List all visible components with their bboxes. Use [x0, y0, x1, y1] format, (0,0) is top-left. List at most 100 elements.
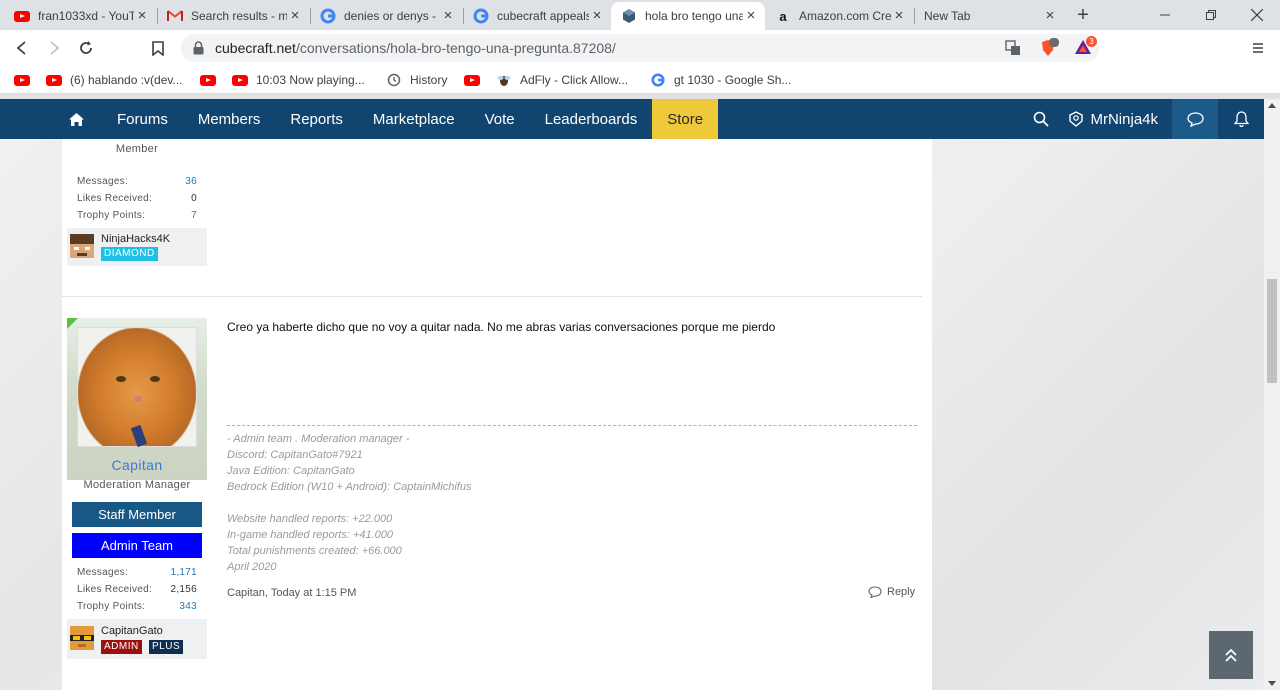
nav-store[interactable]: Store [652, 99, 719, 139]
bookmark-label: gt 1030 - Google Sh... [674, 73, 792, 87]
back-button[interactable] [10, 36, 34, 60]
stat-value[interactable]: 1,171 [170, 567, 197, 578]
stat-messages: Messages: 1,171 [77, 567, 197, 578]
reply-button[interactable]: Reply [868, 586, 915, 598]
avatar[interactable] [77, 327, 197, 448]
bookmark-icon[interactable] [146, 36, 170, 60]
conversation-content: Member Messages: 36 Likes Received: 0 Trop… [62, 139, 932, 690]
home-icon[interactable] [60, 112, 92, 126]
bookmark-item[interactable]: (6) hablando :v(dev... [46, 71, 183, 89]
bookmark-label: (6) hablando :v(dev... [70, 73, 183, 87]
stat-value: 2,156 [170, 584, 197, 595]
minimize-button[interactable] [1142, 0, 1188, 30]
lock-icon [193, 41, 204, 60]
tab-title: cubecraft appeals - Google [497, 9, 589, 23]
forward-button[interactable] [42, 36, 66, 60]
new-tab-button[interactable]: + [1073, 5, 1093, 25]
reload-button[interactable] [74, 36, 98, 60]
close-window-button[interactable] [1234, 0, 1280, 30]
bookmark-item[interactable] [464, 71, 488, 89]
translate-icon[interactable] [1005, 40, 1021, 61]
tab-youtube[interactable]: fran1033xd - YouTube × [4, 2, 156, 30]
signature-line: Website handled reports: +22.000 [227, 513, 393, 525]
youtube-icon [464, 72, 480, 88]
nav-marketplace[interactable]: Marketplace [358, 99, 470, 139]
youtube-icon [232, 72, 248, 88]
close-icon[interactable]: × [440, 8, 456, 24]
author-name[interactable]: Capitan [67, 457, 207, 473]
scroll-up-arrow[interactable] [1268, 103, 1276, 108]
address-bar[interactable]: cubecraft.net/conversations/hola-bro-ten… [181, 34, 1099, 62]
tab-google-denies[interactable]: denies or denys - Google × [310, 2, 462, 30]
minecraft-account: CapitanGato ADMIN PLUS [67, 619, 207, 659]
bookmark-item[interactable]: History [386, 71, 447, 89]
bookmark-item[interactable] [14, 71, 38, 89]
adfly-icon [496, 72, 512, 88]
bookmark-item[interactable]: 10:03 Now playing... [232, 71, 365, 89]
bookmark-label: 10:03 Now playing... [256, 73, 365, 87]
bell-icon[interactable] [1218, 99, 1264, 139]
tab-title: Search results - mail [191, 9, 287, 23]
bookmark-item[interactable]: AdFly - Click Allow... [496, 71, 628, 89]
tab-google-cubecraft[interactable]: cubecraft appeals - Google × [463, 2, 611, 30]
tab-title: New Tab [924, 9, 971, 23]
search-icon[interactable] [1018, 99, 1064, 139]
url-domain: cubecraft.net [215, 40, 296, 56]
stat-likes: Likes Received: 2,156 [77, 584, 197, 595]
bookmark-item[interactable]: gt 1030 - Google Sh... [650, 71, 791, 89]
tab-gmail[interactable]: Search results - mail × [157, 2, 309, 30]
stat-label: Likes Received: [77, 193, 153, 204]
message-body: Creo ya haberte dicho que no voy a quita… [227, 320, 776, 334]
nav-leaderboards[interactable]: Leaderboards [530, 99, 653, 139]
rewards-badge: 3 [1086, 36, 1097, 47]
url-text: cubecraft.net/conversations/hola-bro-ten… [215, 40, 616, 56]
signature-divider [227, 425, 917, 426]
nav-forums[interactable]: Forums [102, 99, 183, 139]
close-icon[interactable]: × [287, 8, 303, 24]
tab-title: fran1033xd - YouTube [38, 9, 134, 23]
restore-button[interactable] [1188, 0, 1234, 30]
page-scrollbar[interactable] [1264, 99, 1280, 690]
account-name: NinjaHacks4K [101, 233, 171, 245]
account-menu[interactable]: MrNinja4k [1064, 99, 1172, 139]
scrollbar-thumb[interactable] [1267, 279, 1277, 383]
tab-new-tab[interactable]: New Tab × [914, 2, 1064, 30]
tab-title: hola bro tengo una pregunta [645, 9, 743, 23]
tab-amazon[interactable]: a Amazon.com Credit × [765, 2, 913, 30]
menu-icon[interactable] [1246, 36, 1270, 60]
bookmark-label: History [410, 73, 448, 87]
reply-icon [868, 586, 882, 598]
minecraft-account: NinjaHacks4K DIAMOND [67, 228, 207, 266]
signature-line: Java Edition: CapitanGato [227, 465, 355, 477]
close-icon[interactable]: × [589, 8, 605, 24]
stat-label: Likes Received: [77, 584, 153, 595]
stat-trophies: Trophy Points: 343 [77, 601, 197, 612]
stat-label: Messages: [77, 176, 129, 187]
youtube-icon [200, 72, 216, 88]
post-meta[interactable]: Capitan, Today at 1:15 PM [227, 587, 356, 599]
nav-vote[interactable]: Vote [470, 99, 530, 139]
close-icon[interactable]: × [891, 8, 907, 24]
stat-value[interactable]: 36 [185, 176, 197, 187]
scroll-top-button[interactable] [1209, 631, 1253, 679]
conversations-icon[interactable] [1172, 99, 1218, 139]
signature-line: - Admin team . Moderation manager - [227, 433, 410, 445]
gmail-icon [167, 8, 183, 24]
stat-likes: Likes Received: 0 [77, 193, 197, 204]
close-icon[interactable]: × [743, 8, 759, 24]
close-icon[interactable]: × [1042, 8, 1058, 24]
stat-value[interactable]: 7 [191, 210, 197, 221]
nav-members[interactable]: Members [183, 99, 276, 139]
scroll-down-arrow[interactable] [1268, 681, 1276, 686]
tab-title: denies or denys - Google [344, 9, 440, 23]
close-icon[interactable]: × [134, 8, 150, 24]
stat-label: Trophy Points: [77, 210, 146, 221]
stat-value[interactable]: 343 [179, 601, 197, 612]
signature-line: Discord: CapitanGato#7921 [227, 449, 363, 461]
nav-reports[interactable]: Reports [275, 99, 358, 139]
google-icon [650, 72, 666, 88]
tab-conversation-active[interactable]: hola bro tengo una pregunta × [611, 2, 765, 30]
bookmark-item[interactable] [200, 71, 224, 89]
signature-line: In-game handled reports: +41.000 [227, 529, 394, 541]
signature-line: Bedrock Edition (W10 + Android): Captain… [227, 481, 472, 493]
